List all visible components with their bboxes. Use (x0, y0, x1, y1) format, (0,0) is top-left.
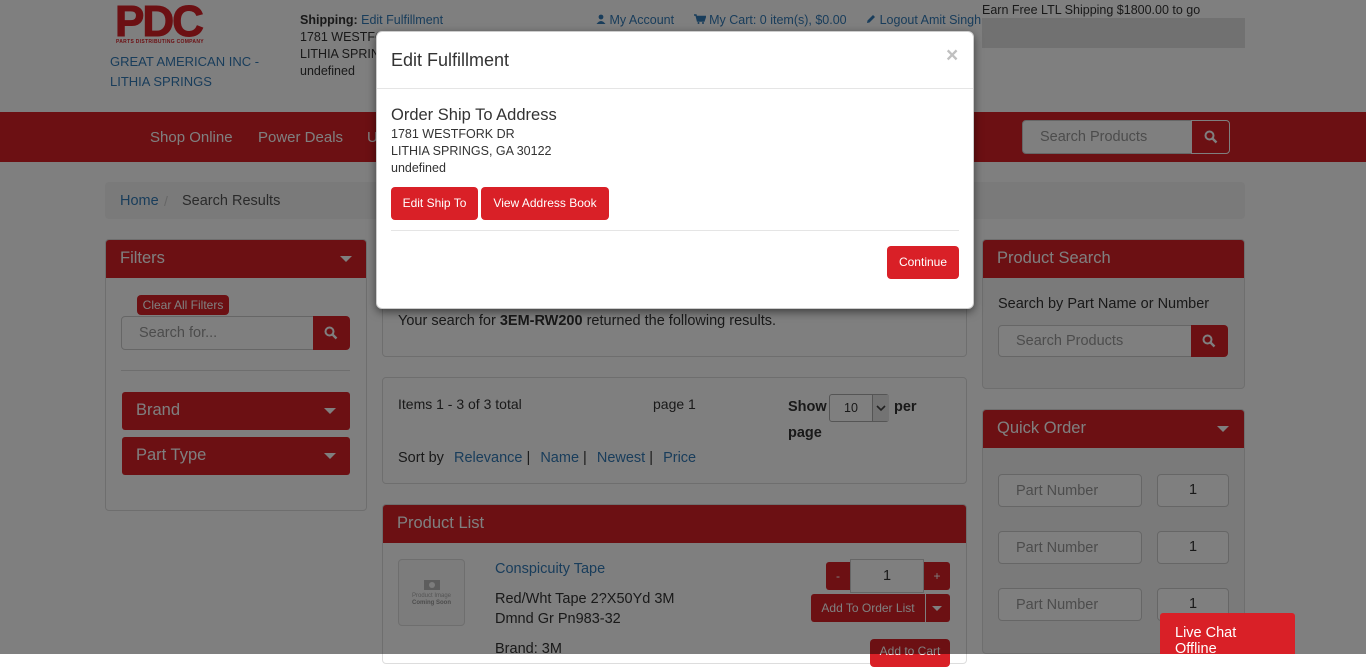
modal-subtitle: Order Ship To Address (391, 106, 557, 124)
edit-fulfillment-modal: Edit Fulfillment × Order Ship To Address… (376, 31, 974, 309)
modal-header-divider (377, 88, 973, 89)
close-icon[interactable]: × (946, 44, 958, 68)
modal-address-3: undefined (391, 161, 446, 175)
modal-body-divider (391, 230, 959, 231)
modal-address-1: 1781 WESTFORK DR (391, 127, 515, 141)
modal-title: Edit Fulfillment (391, 50, 510, 70)
edit-ship-to-button[interactable]: Edit Ship To (391, 187, 478, 220)
live-chat-button[interactable]: Live Chat Offline (1160, 613, 1295, 657)
modal-address-2: LITHIA SPRINGS, GA 30122 (391, 144, 552, 158)
view-address-book-button[interactable]: View Address Book (481, 187, 609, 220)
continue-button[interactable]: Continue (887, 246, 959, 279)
